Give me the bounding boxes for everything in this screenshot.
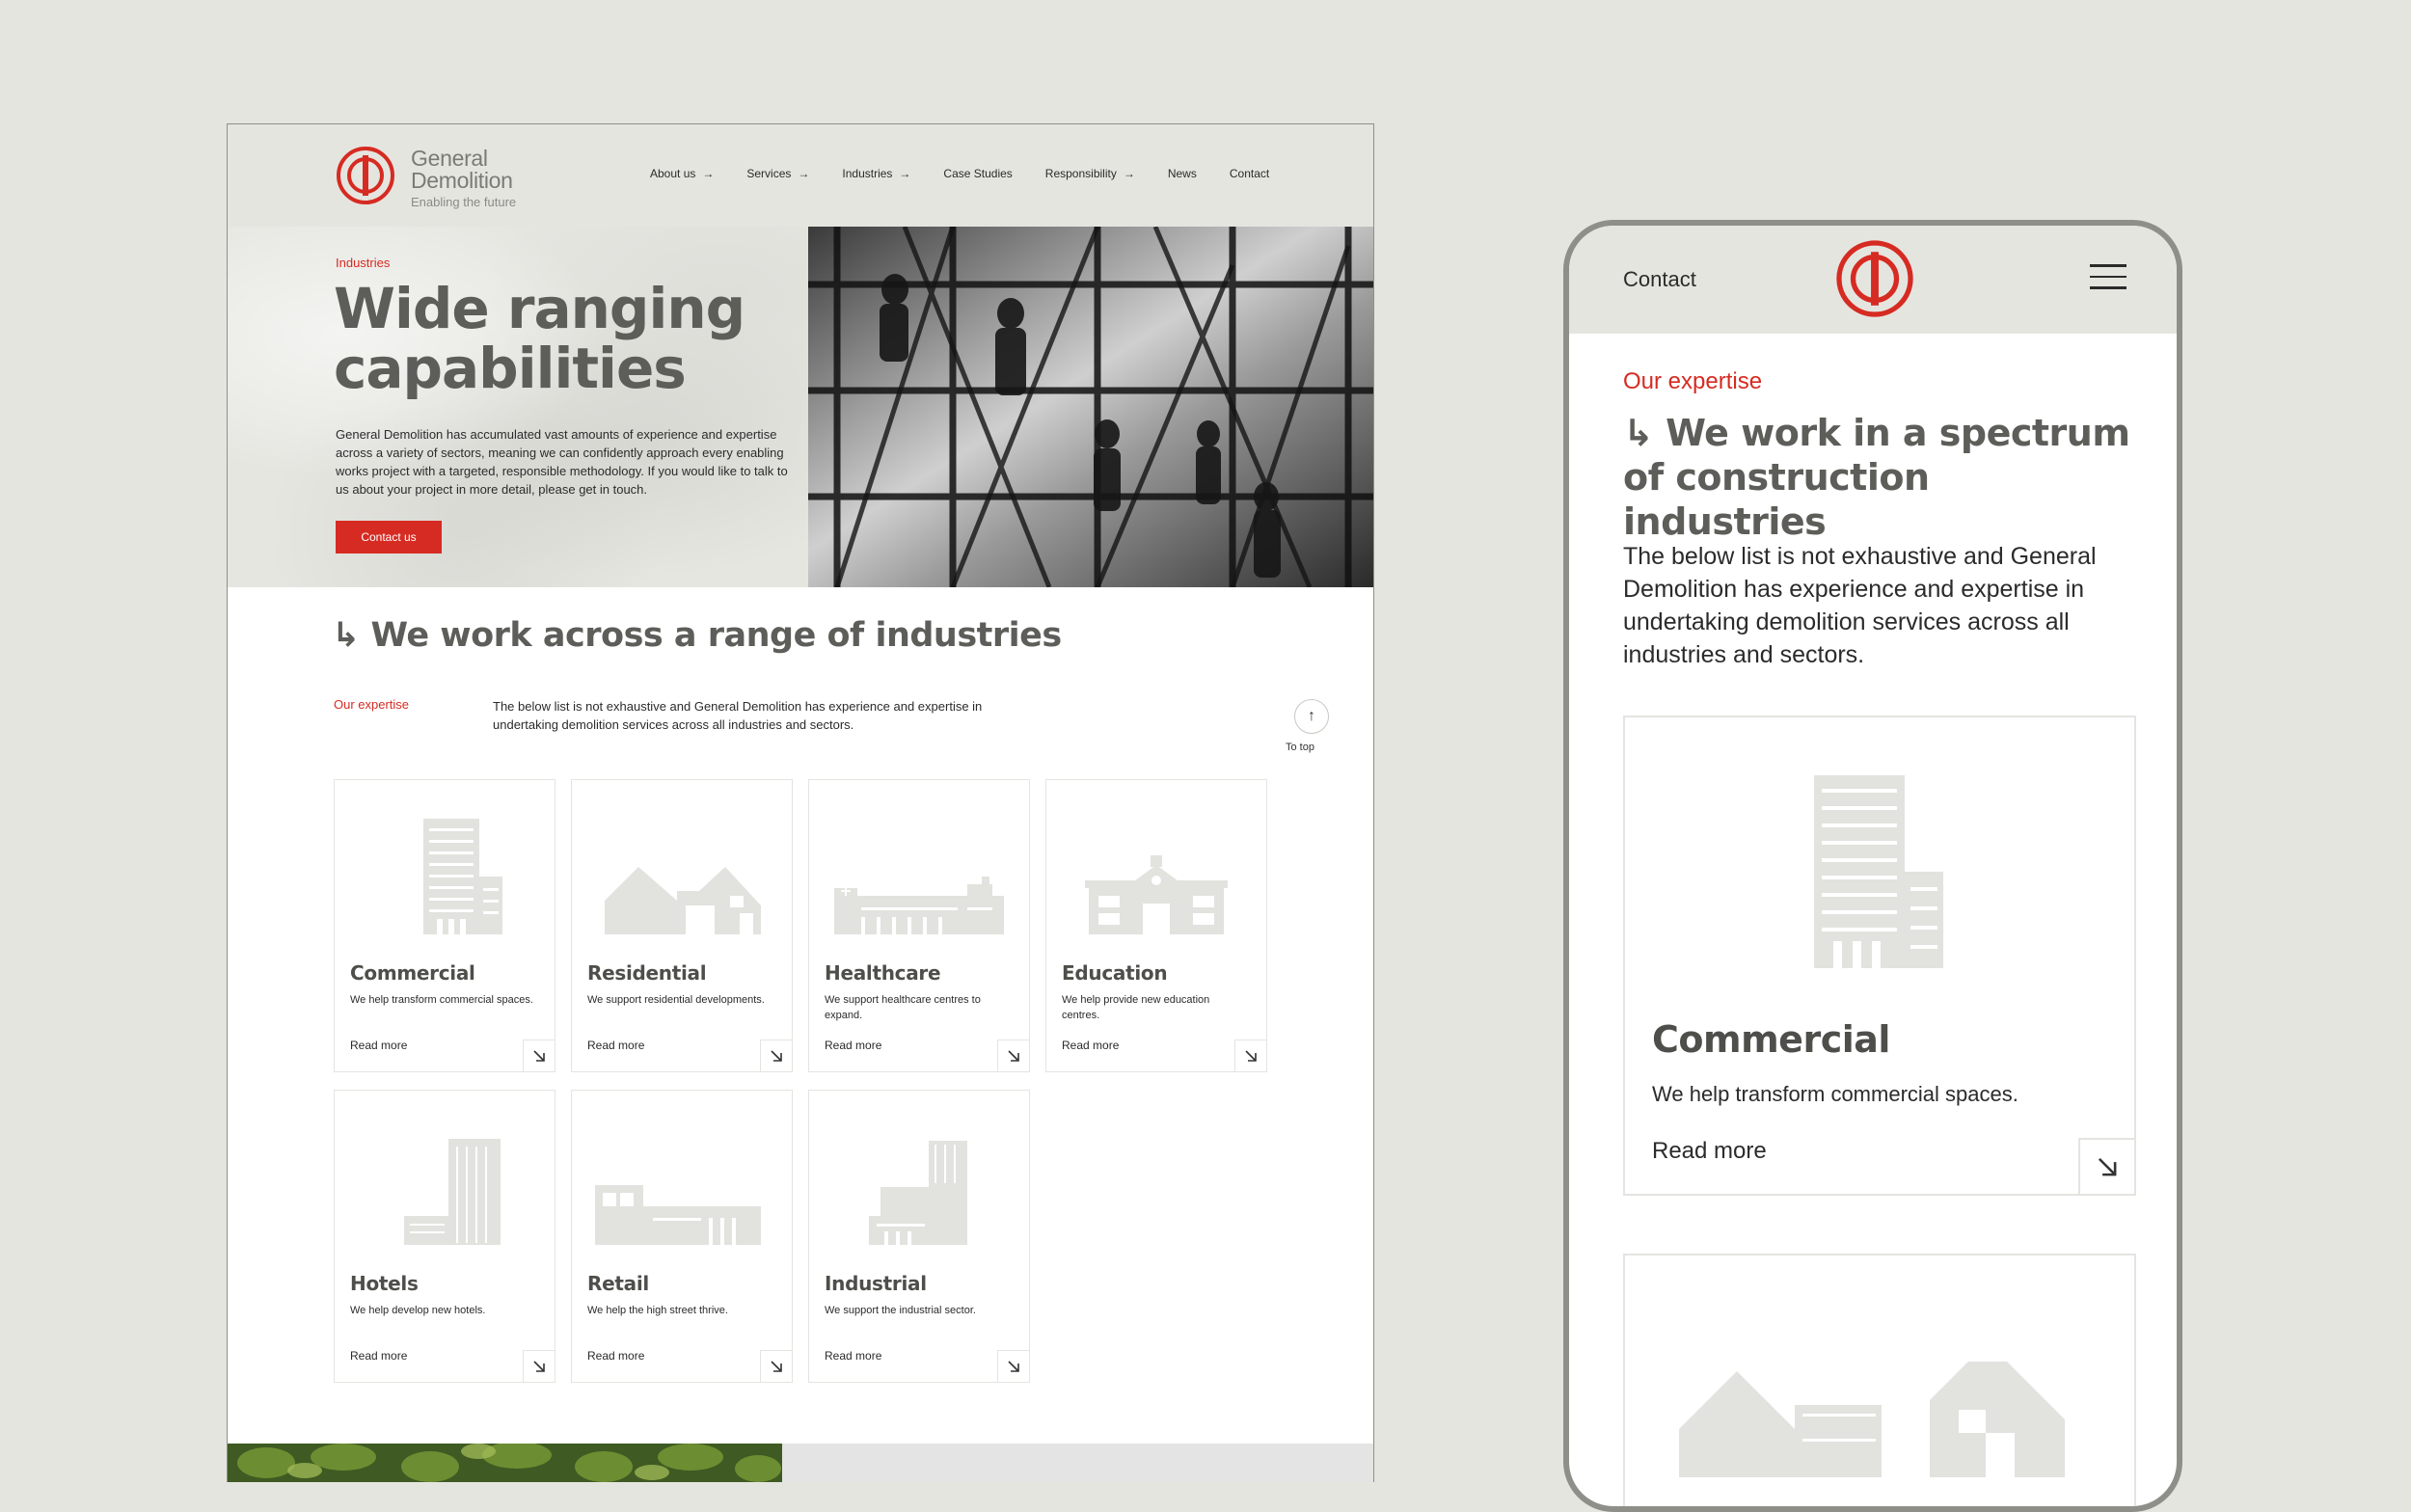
industry-card-retail[interactable]: Retail We help the high street thrive. R… <box>571 1090 793 1383</box>
card-description: We support the industrial sector. <box>825 1305 976 1316</box>
houses-icon <box>1679 1362 2065 1477</box>
card-title: Healthcare <box>825 961 941 985</box>
mobile-industry-card-residential[interactable] <box>1623 1254 2136 1506</box>
card-title: Commercial <box>350 961 475 985</box>
arrow-down-right-icon[interactable] <box>997 1040 1029 1071</box>
mobile-kicker: Our expertise <box>1623 368 1763 394</box>
logo-line-2: Demolition <box>411 168 513 193</box>
card-description: We help transform commercial spaces. <box>350 994 533 1006</box>
hospital-icon <box>834 877 1004 934</box>
arrow-right-icon: → <box>1123 167 1135 180</box>
card-title: Industrial <box>825 1272 927 1295</box>
card-description: We help transform commercial spaces. <box>1652 1082 2018 1106</box>
mobile-contact-link[interactable]: Contact <box>1623 267 1696 292</box>
nav-item-about-us[interactable]: About us → <box>650 167 714 180</box>
card-title: Retail <box>587 1272 649 1295</box>
section-body: The below list is not exhaustive and Gen… <box>493 699 983 732</box>
houses-icon <box>605 867 761 934</box>
scaffolding-photo <box>808 227 1373 587</box>
arrow-down-right-icon[interactable] <box>523 1350 555 1382</box>
school-icon <box>1085 855 1228 934</box>
card-description: We help develop new hotels. <box>350 1305 486 1316</box>
nav-label: Contact <box>1229 167 1270 180</box>
nav-item-services[interactable]: Services → <box>746 167 809 180</box>
mobile-body: The below list is not exhaustive and Gen… <box>1623 543 2097 668</box>
office-tower-icon <box>423 819 502 934</box>
read-more-link[interactable]: Read more <box>587 1039 644 1052</box>
logo-icon[interactable] <box>1835 239 1914 318</box>
card-description: We support healthcare centres to expand. <box>825 994 981 1021</box>
arrow-down-right-icon[interactable] <box>760 1040 792 1071</box>
shop-icon <box>595 1185 761 1245</box>
read-more-link[interactable]: Read more <box>350 1349 407 1363</box>
hamburger-menu-icon[interactable] <box>2090 264 2127 291</box>
page-title: Wide ranging capabilities <box>334 276 745 401</box>
mobile-industry-card-commercial[interactable]: Commercial We help transform commercial … <box>1623 716 2136 1196</box>
hotel-icon <box>404 1139 501 1245</box>
card-title: Hotels <box>350 1272 419 1295</box>
logo-wordmark[interactable]: General Demolition Enabling the future <box>411 146 517 210</box>
arrow-down-right-icon[interactable] <box>2078 1138 2134 1194</box>
desktop-mockup: General Demolition Enabling the future A… <box>227 123 1374 1482</box>
industry-card-industrial[interactable]: Industrial We support the industrial sec… <box>808 1090 1030 1383</box>
arrow-right-icon: → <box>899 167 911 180</box>
industry-card-hotels[interactable]: Hotels We help develop new hotels. Read … <box>334 1090 555 1383</box>
hero-panel: Industries Wide ranging capabilities Gen… <box>228 227 808 587</box>
main-nav: About us → Services → Industries → Case Stu… <box>650 167 1302 180</box>
mobile-title: ↳ We work in a spectrum of construction … <box>1623 412 2130 543</box>
read-more-link[interactable]: Read more <box>1062 1039 1119 1052</box>
nav-item-case-studies[interactable]: Case Studies <box>943 167 1012 180</box>
nav-item-responsibility[interactable]: Responsibility → <box>1045 167 1135 180</box>
industry-card-residential[interactable]: Residential We support residential devel… <box>571 779 793 1072</box>
card-title: Commercial <box>1652 1018 1890 1061</box>
industry-card-commercial[interactable]: Commercial We help transform commercial … <box>334 779 555 1072</box>
logo-icon[interactable] <box>336 146 395 205</box>
arrow-down-right-icon[interactable] <box>1234 1040 1266 1071</box>
site-header: General Demolition Enabling the future A… <box>228 124 1373 227</box>
read-more-link[interactable]: Read more <box>825 1349 881 1363</box>
logo-line-1: General <box>411 146 488 171</box>
read-more-link[interactable]: Read more <box>825 1039 881 1052</box>
card-description: We support residential developments. <box>587 994 765 1006</box>
logo-tagline: Enabling the future <box>411 195 517 209</box>
arrow-down-right-icon[interactable] <box>523 1040 555 1071</box>
arrow-down-right-icon[interactable] <box>997 1350 1029 1382</box>
card-title: Education <box>1062 961 1168 985</box>
card-description: We help the high street thrive. <box>587 1305 728 1316</box>
mobile-header: Contact <box>1569 226 2177 334</box>
office-tower-icon <box>1814 775 1943 968</box>
to-top-label: To top <box>1286 742 1314 753</box>
arrow-right-icon: → <box>702 167 715 180</box>
hero-body: General Demolition has accumulated vast … <box>336 427 788 497</box>
card-title: Residential <box>587 961 707 985</box>
arrow-right-icon: → <box>798 167 810 180</box>
arrow-up-icon: ↑ <box>1308 708 1315 724</box>
plants-photo <box>228 1444 1373 1482</box>
nav-label: Case Studies <box>943 167 1013 180</box>
contact-us-button[interactable]: Contact us <box>336 521 442 554</box>
section-title: ↳ We work across a range of industries <box>332 616 1062 655</box>
industry-card-healthcare[interactable]: Healthcare We support healthcare centres… <box>808 779 1030 1072</box>
nav-item-news[interactable]: News <box>1168 167 1197 180</box>
factory-icon <box>869 1141 967 1245</box>
section-kicker: Our expertise <box>334 697 410 712</box>
nav-label: About us <box>650 167 696 180</box>
read-more-link[interactable]: Read more <box>587 1349 644 1363</box>
nav-item-contact[interactable]: Contact <box>1230 167 1269 180</box>
to-top-button[interactable]: ↑ <box>1294 699 1329 734</box>
read-more-link[interactable]: Read more <box>1652 1138 1767 1165</box>
mobile-mockup: Contact Our expertise ↳ We work in a spe… <box>1563 220 2182 1512</box>
nav-label: Industries <box>842 167 893 180</box>
hero-kicker: Industries <box>336 256 391 270</box>
nav-label: Services <box>746 167 792 180</box>
read-more-link[interactable]: Read more <box>350 1039 407 1052</box>
nav-item-industries[interactable]: Industries → <box>842 167 910 180</box>
nav-label: News <box>1167 167 1197 180</box>
card-description: We help provide new education centres. <box>1062 994 1210 1021</box>
arrow-down-right-icon[interactable] <box>760 1350 792 1382</box>
nav-label: Responsibility <box>1044 167 1117 180</box>
industry-card-education[interactable]: Education We help provide new education … <box>1045 779 1267 1072</box>
